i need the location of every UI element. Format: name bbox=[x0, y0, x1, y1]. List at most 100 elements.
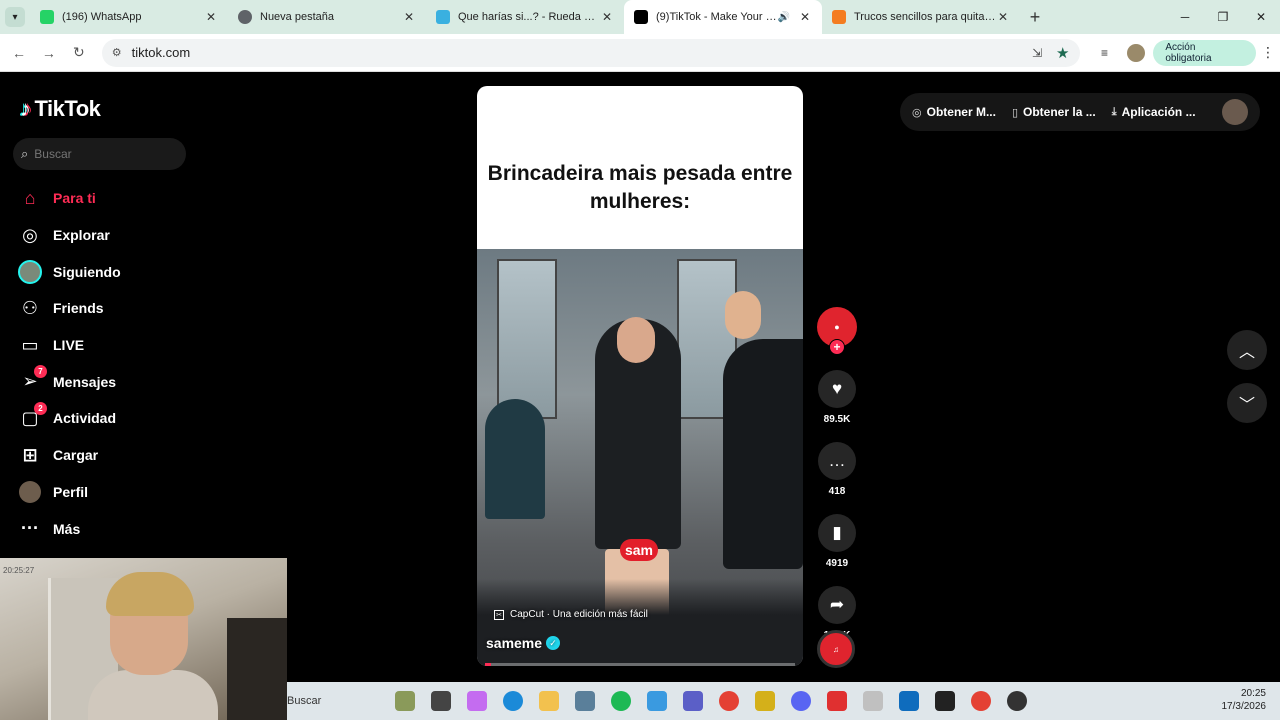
search-box[interactable]: ⌕ bbox=[13, 138, 186, 170]
address-bar[interactable]: ⚙ tiktok.com ⇲ ★ bbox=[101, 38, 1080, 67]
forward-icon[interactable]: → bbox=[34, 45, 64, 61]
desktop-app-button[interactable]: ⤓ Aplicación ... bbox=[1112, 105, 1196, 119]
sidebar-item-perfil[interactable]: Perfil bbox=[16, 474, 276, 511]
teams-icon bbox=[683, 691, 703, 711]
video-author[interactable]: sameme ✓ bbox=[486, 635, 561, 651]
video-progress-bar[interactable] bbox=[485, 663, 795, 666]
sidebar-item-live[interactable]: ▭ LIVE bbox=[16, 327, 276, 364]
tiktok-logo[interactable]: ♪ TikTok bbox=[20, 96, 101, 122]
search-input[interactable] bbox=[34, 147, 175, 161]
action-required-button[interactable]: Acción obligatoria bbox=[1153, 39, 1257, 66]
tab-new-tab[interactable]: Nueva pestaña ✕ bbox=[228, 0, 426, 34]
share-icon[interactable]: ➦ bbox=[818, 586, 856, 624]
close-icon[interactable]: ✕ bbox=[798, 10, 812, 24]
minimize-icon[interactable]: ─ bbox=[1166, 0, 1204, 34]
edge-taskbar-icon[interactable] bbox=[495, 686, 531, 716]
site-info-icon[interactable]: ⚙ bbox=[112, 46, 122, 59]
comment-icon[interactable]: … bbox=[818, 442, 856, 480]
more-icon: ··· bbox=[21, 518, 39, 539]
file-explorer-icon bbox=[431, 691, 451, 711]
obs-taskbar-icon[interactable] bbox=[927, 686, 963, 716]
sidebar-item-explorar[interactable]: ◎ Explorar bbox=[16, 217, 276, 254]
bookmark-star-icon[interactable]: ★ bbox=[1056, 44, 1069, 62]
profile-avatar[interactable] bbox=[1127, 43, 1146, 62]
onedrive-taskbar-icon[interactable] bbox=[639, 686, 675, 716]
discord-taskbar-icon[interactable] bbox=[783, 686, 819, 716]
close-icon[interactable]: ✕ bbox=[996, 10, 1010, 24]
music-disc-icon[interactable]: ♫ bbox=[817, 630, 855, 668]
get-coins-button[interactable]: ◎ Obtener M... bbox=[912, 105, 996, 119]
calculator-taskbar-icon[interactable] bbox=[567, 686, 603, 716]
restore-icon[interactable]: ❐ bbox=[1204, 0, 1242, 34]
new-tab-button[interactable]: + bbox=[1020, 7, 1050, 28]
wheel-icon bbox=[436, 10, 450, 24]
chrome-taskbar-icon[interactable] bbox=[711, 686, 747, 716]
sidebar-item-cargar[interactable]: ⊞ Cargar bbox=[16, 437, 276, 474]
roblox-taskbar-icon[interactable] bbox=[819, 686, 855, 716]
back-icon[interactable]: ← bbox=[4, 45, 34, 61]
comment-action[interactable]: … 418 bbox=[817, 442, 857, 497]
user-avatar[interactable] bbox=[1222, 99, 1248, 125]
menu-kebab-icon[interactable]: ⋮ bbox=[1256, 44, 1280, 61]
close-icon[interactable]: ✕ bbox=[600, 10, 614, 24]
install-icon[interactable]: ⇲ bbox=[1032, 46, 1042, 60]
chrome-profile-taskbar-icon[interactable] bbox=[963, 686, 999, 716]
taskbar-clock[interactable]: 20:25 17/3/2026 bbox=[1222, 687, 1267, 713]
window-controls: ─ ❐ ✕ bbox=[1166, 0, 1280, 34]
widgets-taskbar-icon[interactable] bbox=[387, 686, 423, 716]
previous-video-button[interactable]: ︿ bbox=[1227, 330, 1267, 370]
top-actions: ◎ Obtener M... ▯ Obtener la ... ⤓ Aplica… bbox=[900, 93, 1260, 131]
get-app-button[interactable]: ▯ Obtener la ... bbox=[1012, 105, 1096, 119]
video-player[interactable]: Brincadeira mais pesada entre mulheres: … bbox=[477, 86, 803, 666]
like-action[interactable]: ♥ 89.5K bbox=[817, 370, 857, 425]
sidebar-item-siguiendo[interactable]: Siguiendo bbox=[16, 253, 276, 290]
close-window-icon[interactable]: ✕ bbox=[1242, 0, 1280, 34]
sidebar-item-friends[interactable]: ⚇ Friends bbox=[16, 290, 276, 327]
widgets-icon bbox=[395, 691, 415, 711]
obs-icon bbox=[935, 691, 955, 711]
sidebar-item-label: Friends bbox=[53, 300, 104, 317]
teams-taskbar-icon[interactable] bbox=[675, 686, 711, 716]
taskbar-search[interactable]: Buscar bbox=[287, 695, 387, 707]
outlook-icon bbox=[899, 691, 919, 711]
reload-icon[interactable]: ↻ bbox=[64, 44, 94, 61]
next-video-button[interactable]: ﹀ bbox=[1227, 383, 1267, 423]
avatar bbox=[19, 480, 41, 503]
audio-icon[interactable]: 🔊 bbox=[778, 12, 790, 23]
bookmark-icon[interactable]: ▮ bbox=[818, 514, 856, 552]
capcut-link[interactable]: ✂ CapCut · Una edición más fácil bbox=[494, 609, 648, 620]
webcam-person-hair bbox=[106, 572, 194, 616]
video-frame[interactable]: sam bbox=[477, 249, 803, 666]
window bbox=[497, 259, 557, 419]
sidebar-item-para-ti[interactable]: ⌂ Para ti bbox=[16, 180, 276, 217]
tab-search-button[interactable]: ▾ bbox=[0, 0, 30, 34]
game-taskbar-icon[interactable] bbox=[999, 686, 1035, 716]
media-control-icon[interactable]: ≡ bbox=[1090, 46, 1120, 60]
heart-icon[interactable]: ♥ bbox=[818, 370, 856, 408]
tab-whatsapp[interactable]: (196) WhatsApp ✕ bbox=[30, 0, 228, 34]
username[interactable]: sameme bbox=[486, 635, 542, 651]
sidebar-item-mas[interactable]: ··· Más bbox=[16, 510, 276, 547]
notes-taskbar-icon[interactable] bbox=[747, 686, 783, 716]
url-text[interactable]: tiktok.com bbox=[132, 45, 1032, 60]
author-avatar[interactable]: ● + bbox=[817, 307, 857, 355]
copilot-taskbar-icon[interactable] bbox=[459, 686, 495, 716]
snipping-taskbar-icon[interactable] bbox=[855, 686, 891, 716]
tab-tricks[interactable]: Trucos sencillos para quitar el olor ✕ bbox=[822, 0, 1020, 34]
pill-label: Obtener M... bbox=[926, 105, 996, 119]
notes-icon bbox=[755, 691, 775, 711]
bags bbox=[477, 579, 803, 666]
close-icon[interactable]: ✕ bbox=[402, 10, 416, 24]
follow-plus-icon[interactable]: + bbox=[829, 339, 845, 355]
close-icon[interactable]: ✕ bbox=[204, 10, 218, 24]
folder-taskbar-icon[interactable] bbox=[531, 686, 567, 716]
save-action[interactable]: ▮ 4919 bbox=[817, 514, 857, 569]
tab-wheel[interactable]: Que harías si...? - Rueda aleatoria ✕ bbox=[426, 0, 624, 34]
tab-tiktok[interactable]: (9)TikTok - Make Your Day 🔊 ✕ bbox=[624, 0, 822, 34]
outlook-taskbar-icon[interactable] bbox=[891, 686, 927, 716]
sidebar-item-actividad[interactable]: ▢ 2 Actividad bbox=[16, 400, 276, 437]
spotify-taskbar-icon[interactable] bbox=[603, 686, 639, 716]
file-explorer-taskbar-icon[interactable] bbox=[423, 686, 459, 716]
following-avatar-icon bbox=[16, 258, 44, 286]
sidebar-item-mensajes[interactable]: ➢ 7 Mensajes bbox=[16, 363, 276, 400]
